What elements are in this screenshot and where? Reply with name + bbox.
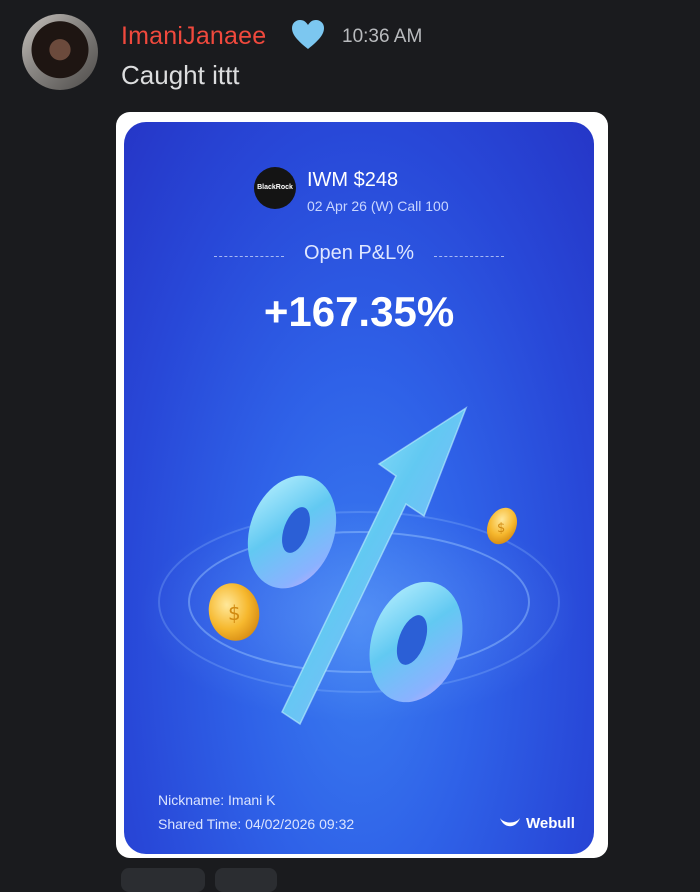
pnl-header: Open P&L% bbox=[214, 242, 504, 272]
pnl-value: +167.35% bbox=[263, 288, 455, 335]
shared-time: Shared Time: 04/02/2026 09:32 bbox=[158, 816, 355, 832]
glow-halo bbox=[139, 502, 579, 722]
message-timestamp: 10:36 AM bbox=[342, 26, 423, 47]
contract-details: 02 Apr 26 (W) Call 100 bbox=[307, 198, 449, 214]
percent-arrow-illustration: $ $ bbox=[139, 406, 579, 726]
pnl-label: Open P&L% bbox=[303, 242, 415, 264]
avatar-photo bbox=[30, 20, 90, 86]
ticker-price: IWM $248 bbox=[307, 169, 399, 191]
svg-text:$: $ bbox=[497, 521, 505, 536]
user-avatar[interactable] bbox=[22, 14, 98, 90]
username[interactable]: ImaniJanaee bbox=[121, 22, 266, 51]
pnl-share-card[interactable]: BlackRock IWM $248 02 Apr 26 (W) Call 10… bbox=[124, 122, 594, 854]
reaction-pill[interactable] bbox=[121, 868, 205, 892]
webull-label: Webull bbox=[526, 815, 575, 832]
blue-heart-icon bbox=[292, 20, 324, 49]
svg-text:$: $ bbox=[228, 601, 241, 625]
webull-brand: Webull bbox=[498, 813, 584, 835]
reaction-pill[interactable] bbox=[215, 868, 277, 892]
nickname: Nickname: Imani K bbox=[158, 792, 276, 808]
message-text: Caught ittt bbox=[121, 60, 240, 90]
blackrock-logo: BlackRock bbox=[254, 167, 296, 209]
webull-logo-icon bbox=[500, 818, 520, 827]
chat-message: ImaniJanaee 10:36 AM Caught ittt BlackRo… bbox=[0, 0, 700, 892]
